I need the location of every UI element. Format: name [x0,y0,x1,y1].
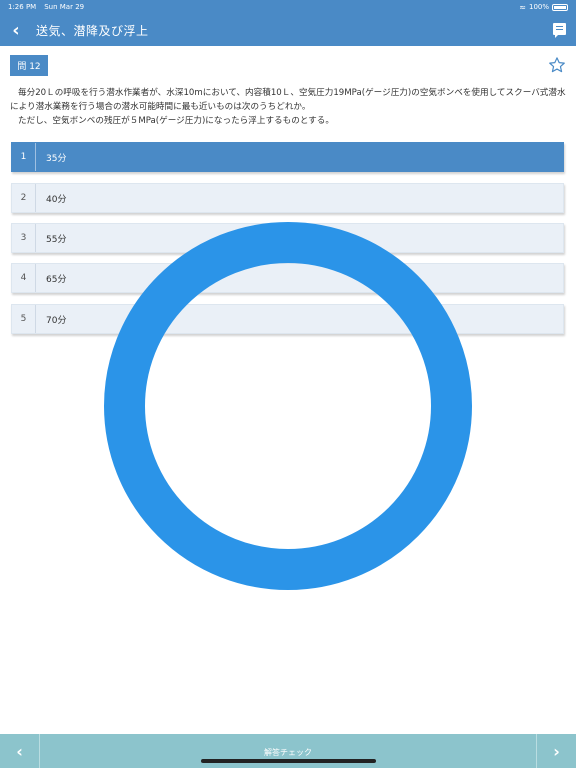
status-bar: 1:26 PM Sun Mar 29 ≈ 100% [0,0,576,14]
home-indicator [201,759,376,763]
star-icon[interactable] [548,56,566,74]
option-number: 5 [12,305,36,333]
answer-check-button[interactable]: 解答チェック [0,747,576,758]
comment-icon[interactable] [553,23,566,38]
chevron-left-icon: ‹ [12,19,20,41]
option-label: 40分 [46,194,67,205]
option-number: 2 [12,184,36,212]
question-text: 毎分20Ｌの呼吸を行う潜水作業者が、水深10mにおいて、内容積10Ｌ、空気圧力1… [10,86,570,128]
option-number: 3 [12,224,36,252]
question-line: ただし、空気ボンベの残圧が５MPa(ゲージ圧力)になったら浮上するものとする。 [18,116,334,126]
battery-icon [552,3,568,11]
option-label: 35分 [46,153,67,164]
back-button[interactable]: ‹ [0,14,32,46]
status-time: 1:26 PM [8,3,37,11]
option-number: 1 [12,143,36,171]
navigation-bar: ‹ 送気、潜降及び浮上 [0,14,576,46]
page-title: 送気、潜降及び浮上 [36,23,149,38]
option-number: 4 [12,264,36,292]
wifi-icon: ≈ [519,2,526,12]
battery-percent: 100% [528,3,549,11]
option-label: 55分 [46,234,67,245]
question-number-badge: 問 12 [10,55,48,76]
option-2[interactable]: 2 40分 [11,183,564,213]
option-label: 65分 [46,274,67,285]
loading-spinner-icon [104,222,472,590]
option-label: 70分 [46,315,67,326]
option-1[interactable]: 1 35分 [11,142,564,172]
status-date: Sun Mar 29 [44,3,85,11]
question-line: 毎分20Ｌの呼吸を行う潜水作業者が、水深10mにおいて、内容積10Ｌ、空気圧力1… [10,88,566,112]
